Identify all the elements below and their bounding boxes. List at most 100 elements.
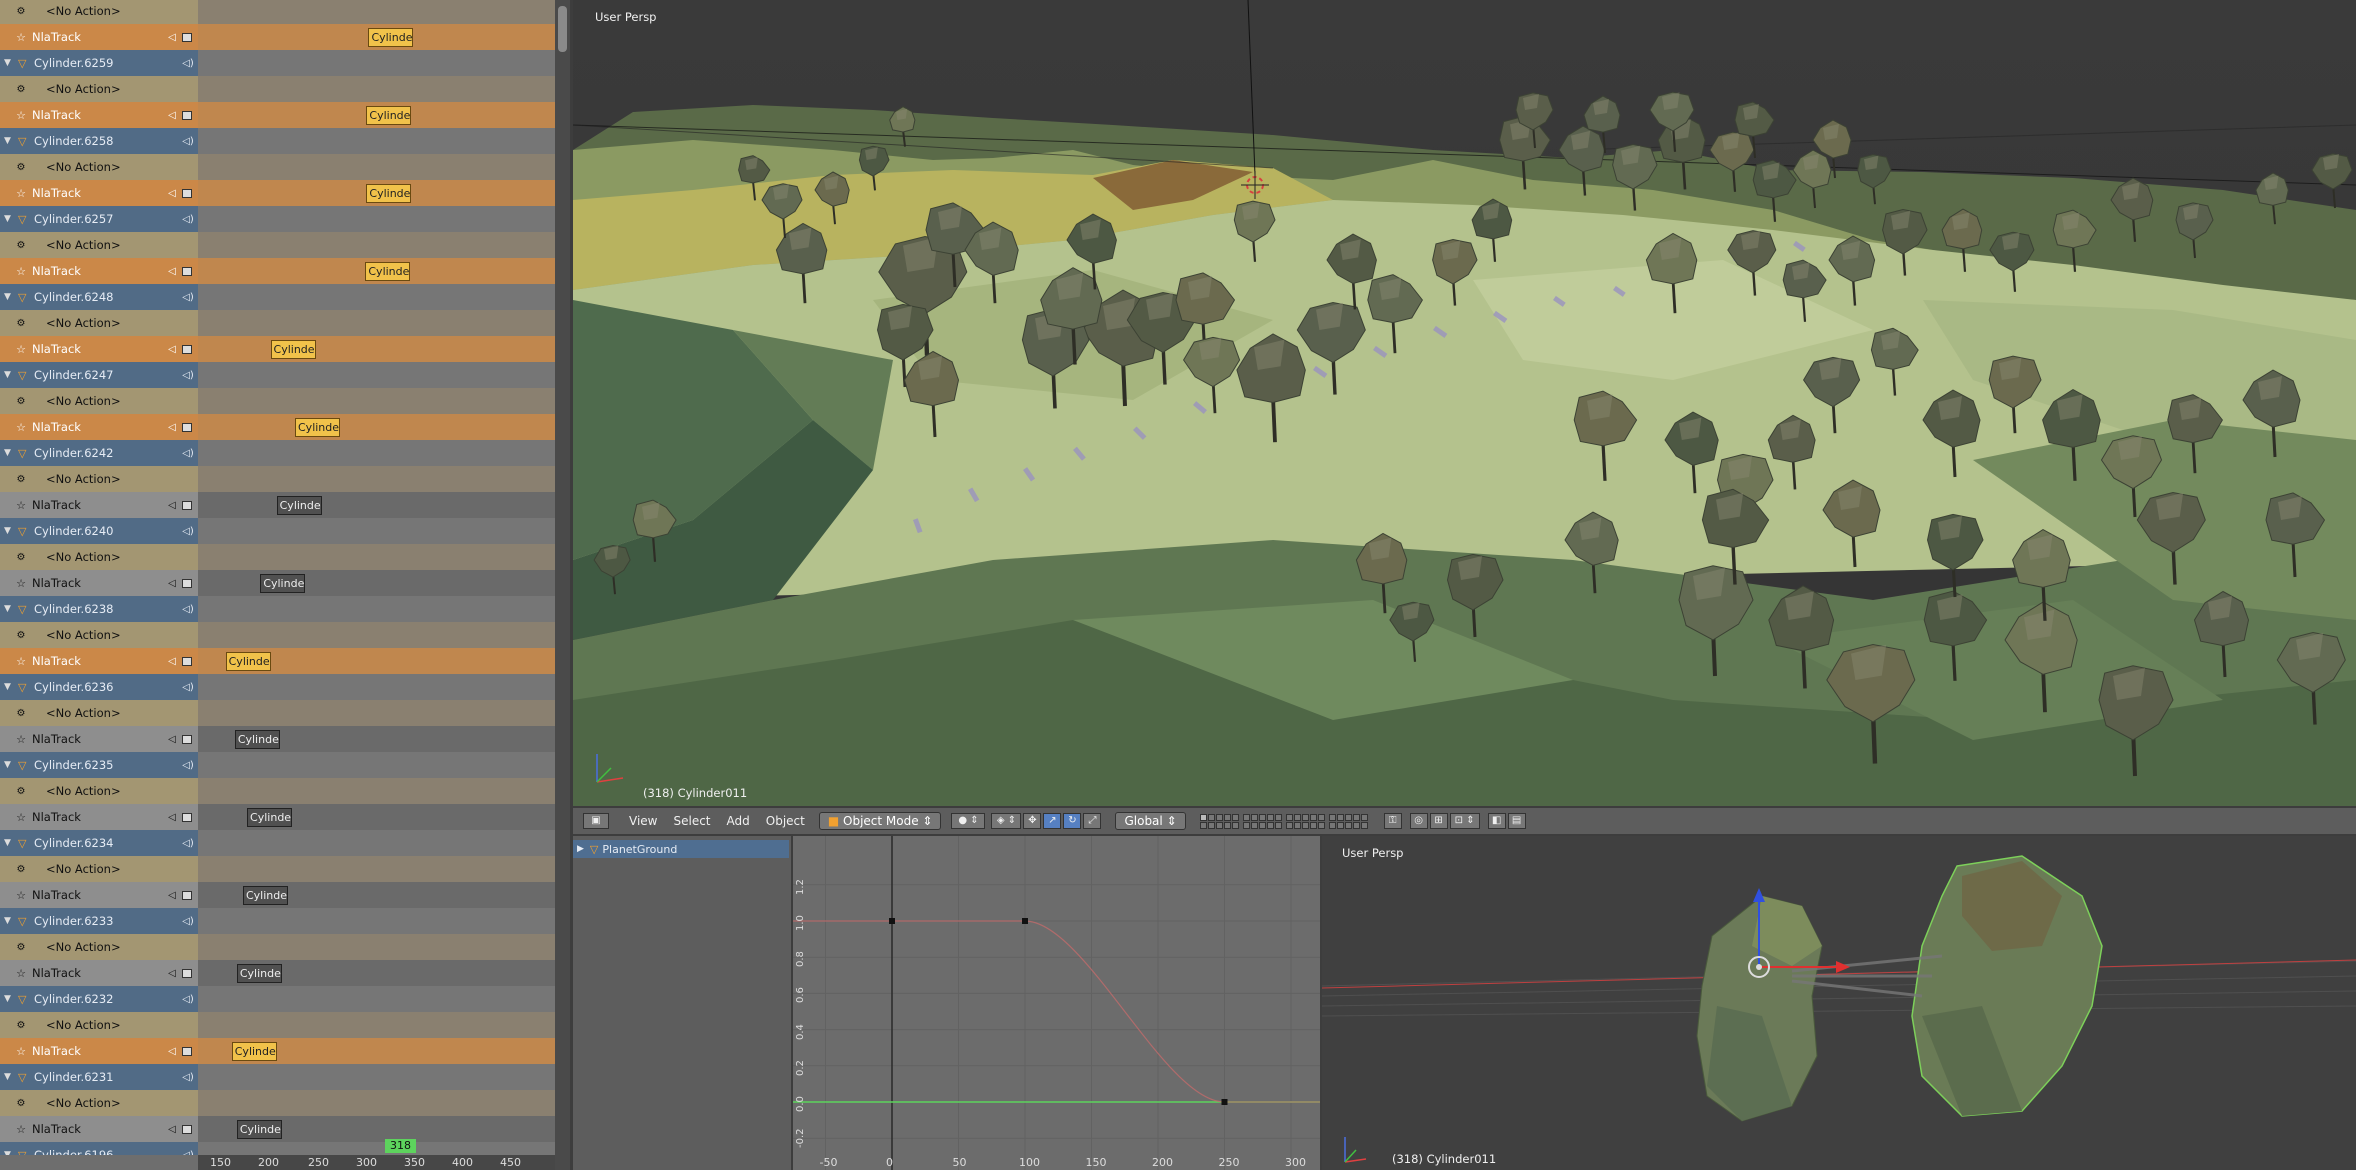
- speaker-icon[interactable]: ◁): [182, 994, 194, 1005]
- layer-button[interactable]: [1215, 821, 1223, 829]
- layer-button[interactable]: [1250, 813, 1258, 821]
- layer-button[interactable]: [1344, 821, 1352, 829]
- layer-button[interactable]: [1360, 821, 1368, 829]
- nla-object-row[interactable]: ▼ ▽ Cylinder.6240 ◁): [0, 518, 198, 544]
- collapse-triangle-icon[interactable]: ▼: [4, 1072, 14, 1082]
- layer-button[interactable]: [1352, 821, 1360, 829]
- collapse-triangle-icon[interactable]: ▼: [4, 58, 14, 68]
- f-curve-plot[interactable]: [793, 836, 1320, 1170]
- nla-action-row[interactable]: ⚙ <No Action>: [0, 0, 198, 24]
- nla-strip[interactable]: Cylinde: [247, 808, 293, 827]
- speaker-icon[interactable]: ◁): [182, 1072, 194, 1083]
- rotate-icon[interactable]: ↻: [1063, 813, 1082, 829]
- nla-strip[interactable]: Cylinde: [260, 574, 306, 593]
- collapse-triangle-icon[interactable]: ▼: [4, 448, 14, 458]
- solo-star-icon[interactable]: ☆: [14, 421, 28, 434]
- speaker-icon[interactable]: ◁): [182, 760, 194, 771]
- mute-speaker-icon[interactable]: ◁: [166, 734, 178, 745]
- mode-selector[interactable]: ■ Object Mode ⇕: [818, 812, 942, 830]
- current-frame-badge[interactable]: 318: [385, 1139, 416, 1153]
- nla-strip[interactable]: Cylinde: [236, 1120, 282, 1139]
- mute-speaker-icon[interactable]: ◁: [166, 578, 178, 589]
- pivot-selector[interactable]: ◈ ⇕: [991, 813, 1022, 829]
- nla-object-row[interactable]: ▼ ▽ Cylinder.6247 ◁): [0, 362, 198, 388]
- solo-star-icon[interactable]: ☆: [14, 1045, 28, 1058]
- nla-track-row[interactable]: ☆ NlaTrack ◁: [0, 882, 198, 908]
- nla-action-row[interactable]: ⚙ <No Action>: [0, 622, 198, 648]
- collapse-triangle-icon[interactable]: ▼: [4, 682, 14, 692]
- proportional-edit-icon[interactable]: ◎: [1409, 813, 1428, 829]
- lock-icon[interactable]: [182, 968, 192, 978]
- layer-button[interactable]: [1258, 813, 1266, 821]
- nla-track-row[interactable]: ☆ NlaTrack ◁: [0, 570, 198, 596]
- layer-button[interactable]: [1309, 813, 1317, 821]
- nla-action-row[interactable]: ⚙ <No Action>: [0, 76, 198, 102]
- nla-strip[interactable]: Cylinde: [366, 106, 412, 125]
- nla-strip[interactable]: Cylinde: [225, 652, 271, 671]
- layer-button[interactable]: [1301, 813, 1309, 821]
- layer-button[interactable]: [1223, 821, 1231, 829]
- keyframe-point[interactable]: [1221, 1099, 1228, 1105]
- nla-strip[interactable]: Cylinde: [236, 964, 282, 983]
- layer-group[interactable]: [1199, 813, 1239, 829]
- speaker-icon[interactable]: ◁): [182, 292, 194, 303]
- nla-track-row[interactable]: ☆ NlaTrack ◁: [0, 1116, 198, 1142]
- nla-strip-area[interactable]: Cylinde Cylinde Cylinde Cylinde Cylinde Cylin…: [198, 0, 555, 1155]
- layer-button[interactable]: [1199, 821, 1207, 829]
- nla-strip[interactable]: Cylinde: [368, 28, 414, 47]
- layer-button[interactable]: [1360, 813, 1368, 821]
- nla-strip[interactable]: Cylinde: [270, 340, 316, 359]
- collapse-triangle-icon[interactable]: ▼: [4, 136, 14, 146]
- solo-star-icon[interactable]: ☆: [14, 265, 28, 278]
- lock-icon[interactable]: [182, 734, 192, 744]
- nla-object-row[interactable]: ▼ ▽ Cylinder.6233 ◁): [0, 908, 198, 934]
- layer-button[interactable]: [1207, 813, 1215, 821]
- mute-speaker-icon[interactable]: ◁: [166, 344, 178, 355]
- layer-button[interactable]: [1199, 813, 1207, 821]
- layer-group[interactable]: [1285, 813, 1325, 829]
- layer-button[interactable]: [1207, 821, 1215, 829]
- nla-strip[interactable]: Cylinde: [276, 496, 322, 515]
- nla-track-row[interactable]: ☆ NlaTrack ◁: [0, 960, 198, 986]
- collapse-triangle-icon[interactable]: ▼: [4, 526, 14, 536]
- layer-button[interactable]: [1301, 821, 1309, 829]
- collapse-triangle-icon[interactable]: ▼: [4, 214, 14, 224]
- lock-icon[interactable]: [182, 32, 192, 42]
- collapse-triangle-icon[interactable]: ▼: [4, 838, 14, 848]
- translate-icon[interactable]: ↗: [1043, 813, 1062, 829]
- mute-speaker-icon[interactable]: ◁: [166, 656, 178, 667]
- collapse-triangle-icon[interactable]: ▼: [4, 292, 14, 302]
- nla-action-row[interactable]: ⚙ <No Action>: [0, 778, 198, 804]
- speaker-icon[interactable]: ◁): [182, 214, 194, 225]
- layer-button[interactable]: [1293, 813, 1301, 821]
- nla-object-row[interactable]: ▼ ▽ Cylinder.6234 ◁): [0, 830, 198, 856]
- solo-star-icon[interactable]: ☆: [14, 187, 28, 200]
- layer-button[interactable]: [1215, 813, 1223, 821]
- lock-icon[interactable]: [182, 1046, 192, 1056]
- layer-button[interactable]: [1317, 821, 1325, 829]
- nla-object-row[interactable]: ▼ ▽ Cylinder.6235 ◁): [0, 752, 198, 778]
- nla-track-row[interactable]: ☆ NlaTrack ◁: [0, 258, 198, 284]
- nla-action-row[interactable]: ⚙ <No Action>: [0, 1090, 198, 1116]
- lock-icon[interactable]: [182, 266, 192, 276]
- layer-buttons[interactable]: [1199, 813, 1372, 829]
- solo-star-icon[interactable]: ☆: [14, 577, 28, 590]
- solo-star-icon[interactable]: ☆: [14, 1123, 28, 1136]
- nla-object-row[interactable]: ▼ ▽ Cylinder.6257 ◁): [0, 206, 198, 232]
- nla-strip[interactable]: Cylinde: [295, 418, 341, 437]
- layer-button[interactable]: [1328, 821, 1336, 829]
- nla-track-row[interactable]: ☆ NlaTrack ◁: [0, 414, 198, 440]
- nla-strip[interactable]: Cylinde: [366, 184, 412, 203]
- layer-button[interactable]: [1223, 813, 1231, 821]
- channel-planetground[interactable]: ▶ ▽ PlanetGround: [573, 840, 789, 858]
- mute-speaker-icon[interactable]: ◁: [166, 266, 178, 277]
- menu-view[interactable]: View: [623, 812, 663, 830]
- speaker-icon[interactable]: ◁): [182, 682, 194, 693]
- scrollbar-thumb[interactable]: [558, 6, 567, 52]
- nla-track-row[interactable]: ☆ NlaTrack ◁: [0, 492, 198, 518]
- lock-icon[interactable]: [182, 422, 192, 432]
- nla-action-row[interactable]: ⚙ <No Action>: [0, 388, 198, 414]
- editor-type-icon[interactable]: ▣: [583, 813, 609, 829]
- layer-button[interactable]: [1317, 813, 1325, 821]
- speaker-icon[interactable]: ◁): [182, 136, 194, 147]
